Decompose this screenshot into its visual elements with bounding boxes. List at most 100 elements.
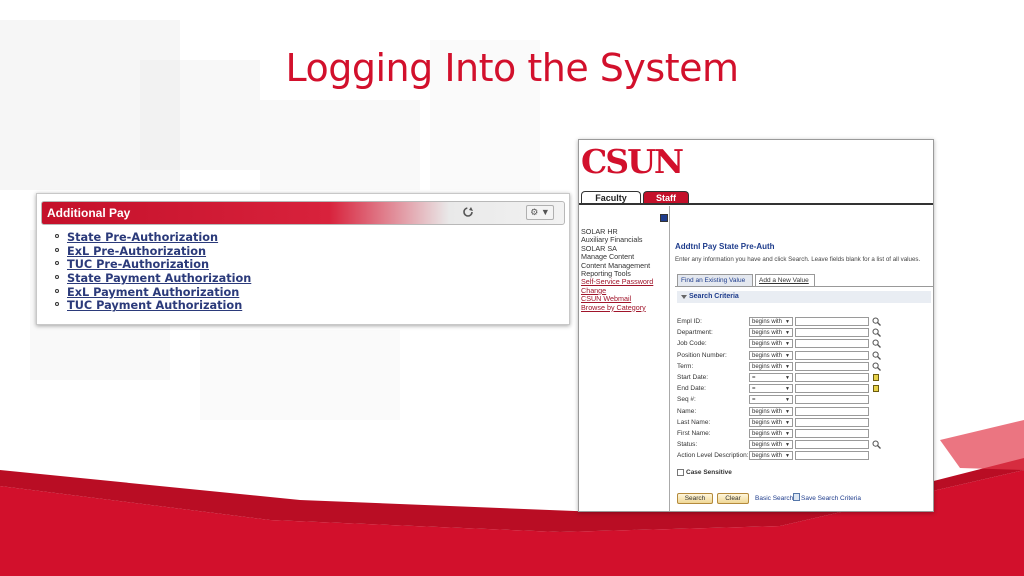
field-input[interactable]	[795, 384, 869, 394]
save-search-criteria-link[interactable]: Save Search Criteria	[801, 495, 861, 502]
chevron-down-icon: ▼	[785, 352, 790, 359]
operator-value: begins with	[752, 319, 783, 325]
search-button[interactable]: Search	[677, 493, 713, 504]
operator-select[interactable]: begins with ▼	[749, 350, 793, 360]
operator-select[interactable]: begins with ▼	[749, 361, 793, 371]
operator-select[interactable]: begins with ▼	[749, 317, 793, 326]
additional-pay-header: Additional Pay ⚙ ▼	[41, 201, 565, 225]
collapse-triangle-icon	[681, 295, 687, 299]
operator-value: begins with	[752, 408, 783, 415]
operator-value: begins with	[752, 341, 783, 348]
field-label: Seq #:	[677, 396, 696, 404]
field-label: Start Date:	[677, 374, 709, 381]
additional-pay-panel: Additional Pay ⚙ ▼ State Pre-Authorizati…	[36, 193, 570, 325]
sidebar-menu: SOLAR HR Auxiliary Financials SOLAR SA M…	[579, 206, 670, 511]
divider	[579, 203, 933, 205]
chevron-down-icon: ▼	[785, 431, 790, 437]
search-field-row: Department: begins with ▼	[677, 328, 933, 338]
operator-select[interactable]: = ▼	[749, 373, 793, 382]
chevron-down-icon: ▼	[785, 319, 790, 325]
lookup-icon[interactable]	[872, 440, 881, 450]
chevron-down-icon: ▼	[540, 207, 550, 217]
field-label: Position Number:	[677, 351, 727, 359]
refresh-icon[interactable]	[462, 206, 474, 218]
field-input[interactable]	[795, 328, 869, 338]
field-input[interactable]	[795, 339, 869, 349]
lookup-icon[interactable]	[872, 339, 881, 349]
operator-value: begins with	[752, 431, 783, 437]
chevron-down-icon: ▼	[785, 397, 790, 404]
field-label: Job Code:	[677, 340, 707, 348]
tab-add-new[interactable]: Add a New Value	[755, 274, 815, 286]
operator-select[interactable]: begins with ▼	[749, 417, 793, 427]
case-sensitive-checkbox[interactable]	[677, 469, 684, 476]
operator-select[interactable]: begins with ▼	[749, 440, 793, 450]
calendar-icon[interactable]	[873, 374, 879, 381]
operator-select[interactable]: = ▼	[749, 395, 793, 405]
field-label: Last Name:	[677, 418, 711, 426]
field-label: End Date:	[677, 385, 706, 393]
list-item: ExL Pre-Authorization	[55, 242, 565, 258]
list-item: TUC Payment Authorization	[55, 296, 565, 312]
list-item: State Payment Authorization	[55, 269, 565, 285]
operator-select[interactable]: = ▼	[749, 384, 793, 394]
search-field-row: Term: begins with ▼	[677, 361, 933, 372]
operator-select[interactable]: begins with ▼	[749, 406, 793, 416]
search-field-row: Name: begins with ▼	[677, 406, 933, 417]
chevron-down-icon: ▼	[785, 442, 790, 449]
basic-search-link[interactable]: Basic Search	[755, 495, 793, 502]
search-content: Addtnl Pay State Pre-Auth Enter any info…	[675, 206, 933, 511]
list-item: TUC Pre-Authorization	[55, 255, 565, 271]
field-input[interactable]	[795, 361, 869, 371]
clear-button[interactable]: Clear	[717, 493, 749, 504]
operator-select[interactable]: begins with ▼	[749, 451, 793, 461]
field-label: Term:	[677, 362, 694, 370]
lookup-icon[interactable]	[872, 328, 881, 338]
tab-find-existing[interactable]: Find an Existing Value	[677, 274, 753, 286]
chevron-down-icon: ▼	[785, 386, 790, 393]
search-field-row: Position Number: begins with ▼	[677, 350, 933, 361]
search-field-row: Empl ID: begins with ▼	[677, 317, 933, 327]
chevron-down-icon: ▼	[785, 341, 790, 348]
list-item: State Pre-Authorization	[55, 228, 565, 244]
chevron-down-icon: ▼	[785, 453, 790, 460]
chevron-down-icon: ▼	[785, 363, 790, 370]
chevron-down-icon: ▼	[785, 330, 790, 337]
lookup-icon[interactable]	[872, 351, 881, 360]
search-field-row: Start Date: = ▼	[677, 373, 933, 383]
divider	[675, 286, 933, 287]
operator-select[interactable]: begins with ▼	[749, 339, 793, 349]
operator-value: begins with	[752, 352, 783, 359]
field-input[interactable]	[795, 429, 869, 438]
field-input[interactable]	[795, 350, 869, 360]
search-field-row: Action Level Description: begins with ▼	[677, 451, 933, 461]
operator-select[interactable]: begins with ▼	[749, 429, 793, 438]
chevron-down-icon: ▼	[785, 375, 790, 381]
tuc-payment-authorization-link[interactable]: TUC Payment Authorization	[67, 299, 242, 312]
chevron-down-icon: ▼	[785, 419, 790, 426]
lookup-icon[interactable]	[872, 362, 881, 371]
field-input[interactable]	[795, 317, 869, 326]
csun-logo: CSUN	[581, 142, 684, 181]
operator-select[interactable]: begins with ▼	[749, 328, 793, 338]
field-input[interactable]	[795, 451, 869, 461]
search-criteria-header[interactable]: Search Criteria	[677, 291, 931, 303]
sidebar-item-password-change[interactable]: Self-Service Password Change	[581, 278, 667, 295]
csun-search-page: CSUN Faculty Staff SOLAR HR Auxiliary Fi…	[578, 139, 934, 512]
field-input[interactable]	[795, 417, 869, 427]
slide-title: Logging Into the System	[285, 46, 740, 90]
save-icon[interactable]	[793, 493, 800, 501]
settings-menu-button[interactable]: ⚙ ▼	[526, 205, 554, 220]
sidebar-item-browse-category[interactable]: Browse by Category	[581, 303, 667, 312]
additional-pay-title: Additional Pay	[47, 206, 131, 220]
collapse-icon[interactable]	[660, 214, 668, 222]
field-label: First Name:	[677, 430, 711, 437]
field-input[interactable]	[795, 373, 869, 382]
field-input[interactable]	[795, 440, 869, 450]
field-input[interactable]	[795, 395, 869, 405]
field-input[interactable]	[795, 406, 869, 416]
field-label: Department:	[677, 329, 713, 337]
lookup-icon[interactable]	[872, 317, 881, 326]
calendar-icon[interactable]	[873, 385, 879, 393]
list-item: ExL Payment Authorization	[55, 283, 565, 299]
